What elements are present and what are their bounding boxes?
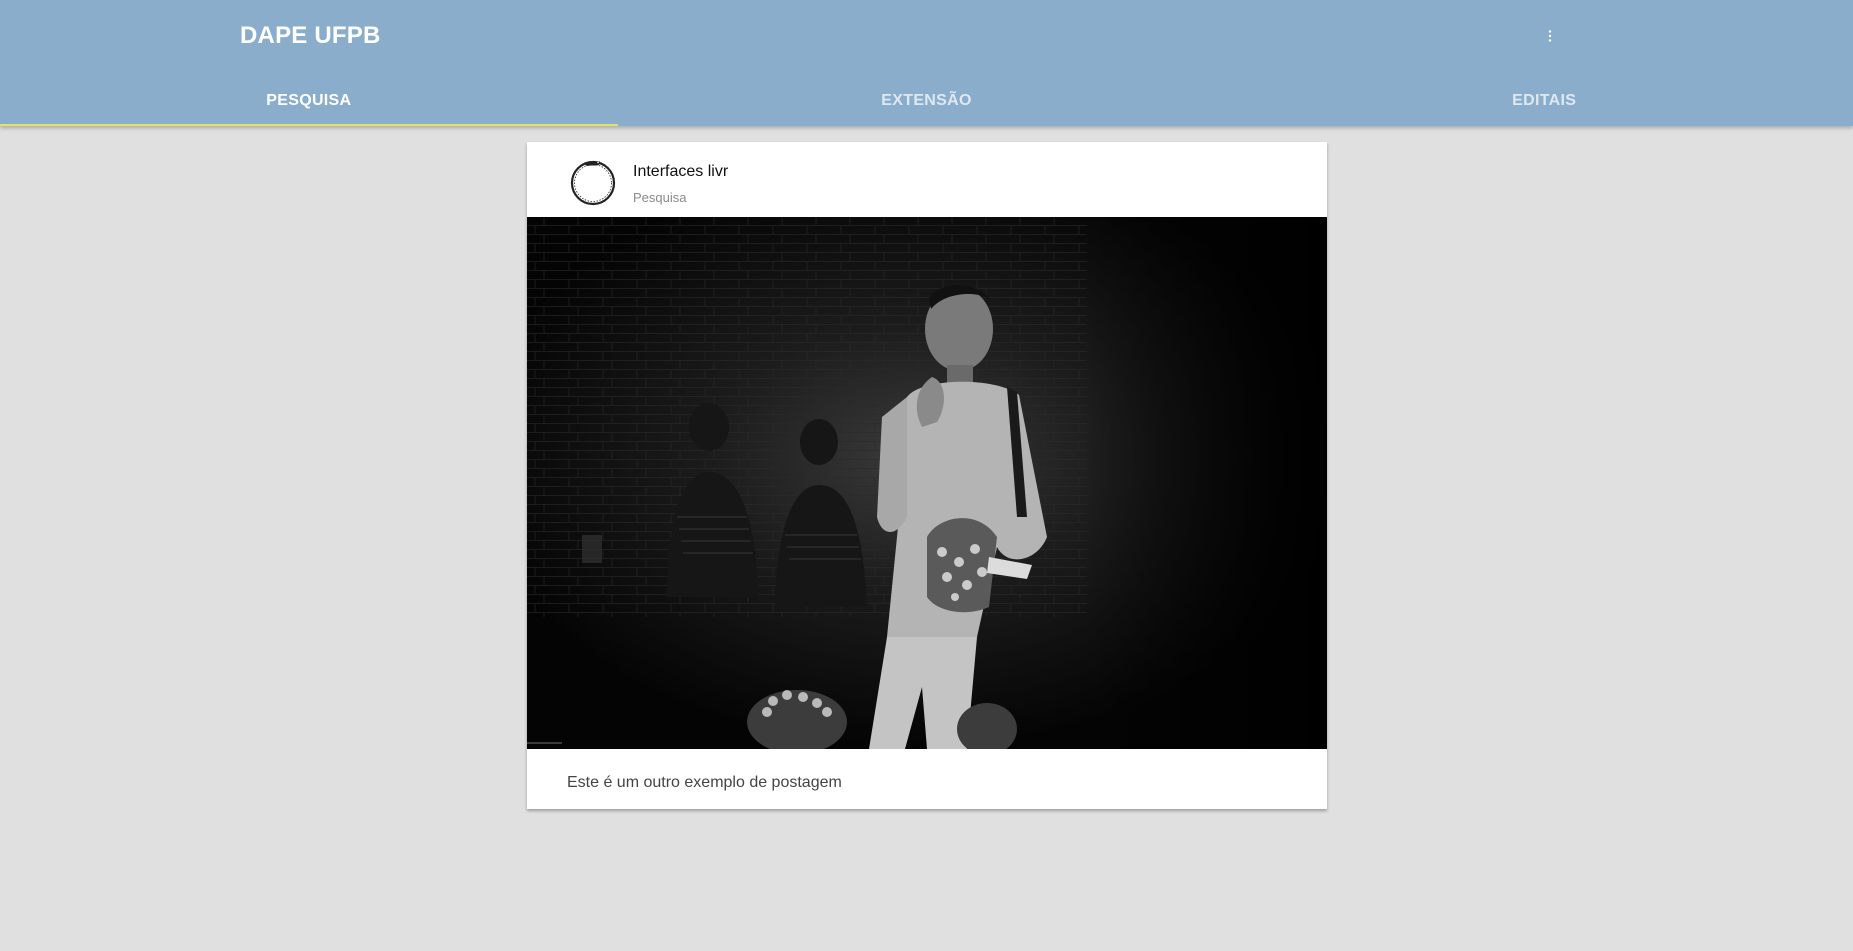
- tab-editais-label: EDITAIS: [1512, 92, 1577, 109]
- post-card-header: Interfaces livr Pesquisa: [527, 142, 1327, 217]
- tab-extensao-label: EXTENSÃO: [881, 92, 972, 109]
- post-image: [527, 217, 1327, 749]
- tab-editais[interactable]: EDITAIS: [1235, 74, 1853, 126]
- post-body-text: Este é um outro exemplo de postagem: [567, 774, 842, 791]
- post-title[interactable]: Interfaces livr: [633, 163, 728, 181]
- post-category: Pesquisa: [633, 190, 687, 205]
- theater-performer-photo: [527, 217, 1327, 749]
- tab-bar: PESQUISA EXTENSÃO EDITAIS: [0, 74, 1853, 126]
- active-tab-indicator: [0, 124, 618, 126]
- tab-pesquisa-label: PESQUISA: [266, 92, 352, 109]
- more-options-button[interactable]: [1538, 24, 1562, 54]
- tab-pesquisa[interactable]: PESQUISA: [0, 74, 618, 126]
- tab-extensao[interactable]: EXTENSÃO: [618, 74, 1236, 126]
- post-card[interactable]: Interfaces livr Pesquisa Este é um outro…: [527, 142, 1327, 809]
- avatar: [569, 158, 617, 206]
- more-vertical-icon: [1548, 30, 1552, 42]
- app-title: DAPE UFPB: [240, 22, 381, 49]
- ouroboros-icon: [570, 160, 616, 206]
- app-bar: DAPE UFPB PESQUISA EXTENSÃO EDITAIS: [0, 0, 1853, 126]
